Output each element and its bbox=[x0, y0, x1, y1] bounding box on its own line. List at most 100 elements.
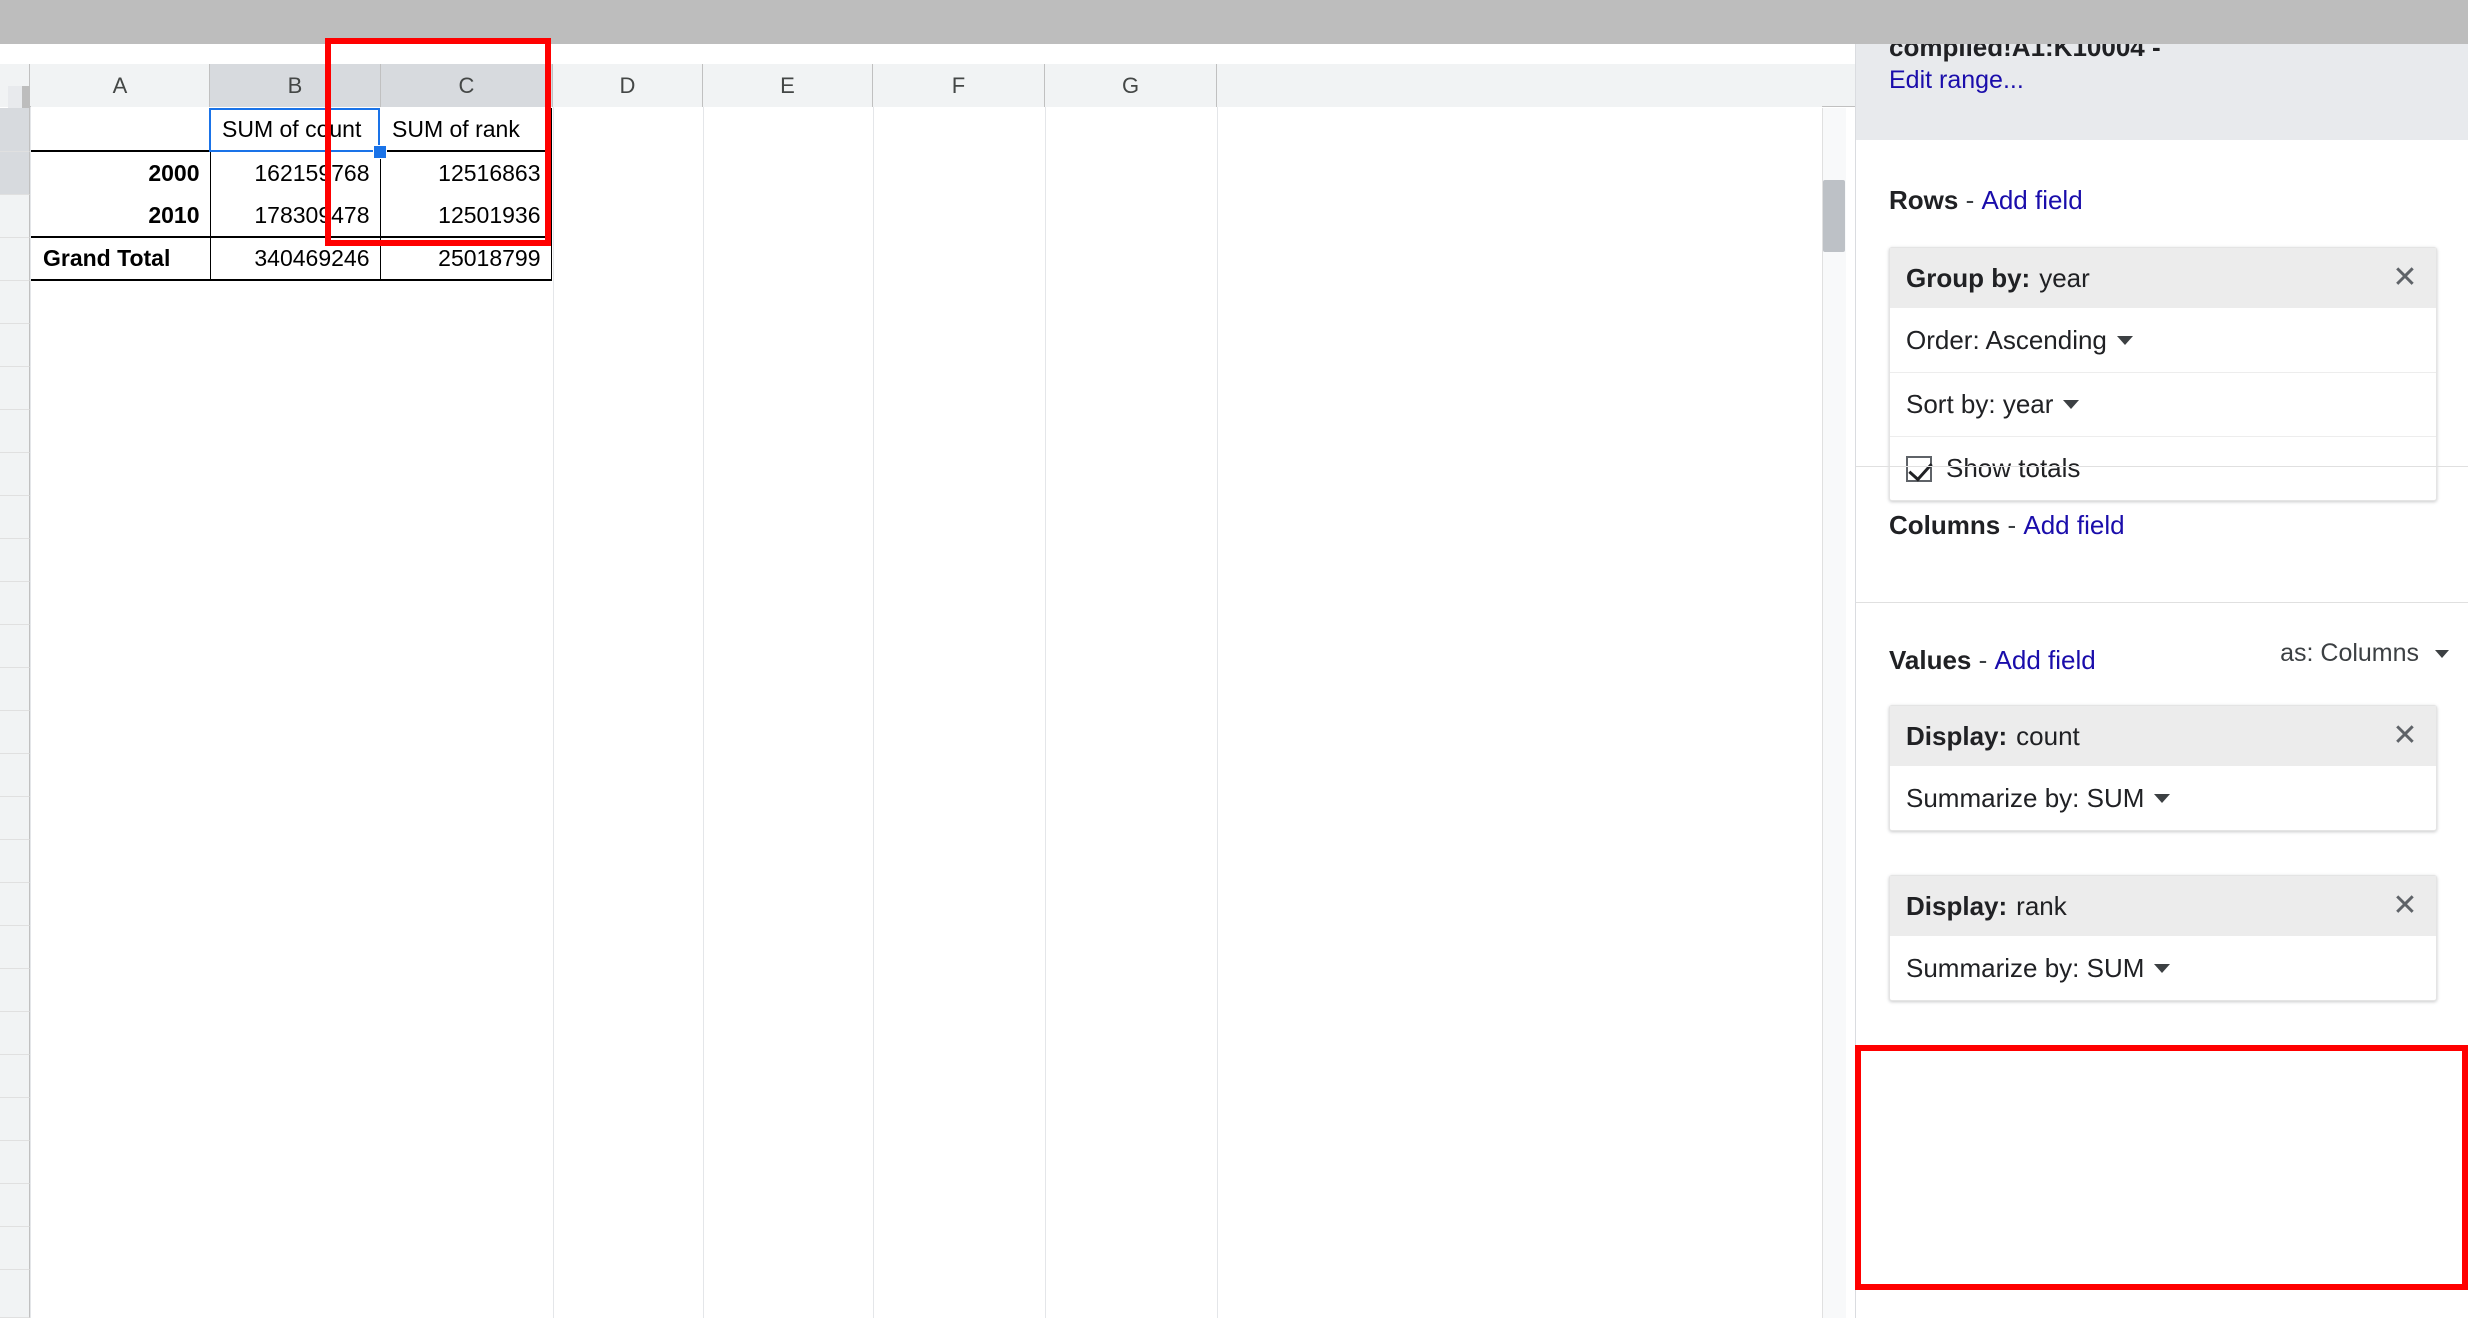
values-rank-header[interactable]: Display: rank ✕ bbox=[1890, 876, 2436, 936]
row-header-11[interactable] bbox=[0, 539, 30, 582]
columns-section: Columns - Add field bbox=[1856, 466, 2468, 602]
panel-header: compiled!A1:K10004 - Edit range... bbox=[1856, 44, 2468, 140]
pivot-table[interactable]: SUM of count SUM of rank 2000 162159768 … bbox=[31, 108, 552, 281]
row-header-4[interactable] bbox=[0, 238, 30, 281]
spreadsheet-grid[interactable]: A B C D E F G SUM of count SUM of rank 2… bbox=[0, 44, 1860, 1318]
pivot-cell-b3[interactable]: 178309478 bbox=[210, 194, 381, 237]
row-header-7[interactable] bbox=[0, 367, 30, 410]
row-header-20[interactable] bbox=[0, 926, 30, 969]
rows-dash: - bbox=[1965, 185, 1975, 215]
source-range-title: compiled!A1:K10004 - bbox=[1889, 44, 2161, 62]
column-header-d[interactable]: D bbox=[553, 64, 703, 107]
chevron-down-icon bbox=[2063, 400, 2080, 409]
row-header-10[interactable] bbox=[0, 496, 30, 539]
columns-label: Columns bbox=[1889, 510, 2001, 540]
pivot-cell-b1[interactable]: SUM of count bbox=[210, 108, 380, 151]
close-icon[interactable]: ✕ bbox=[2390, 721, 2420, 751]
row-header-27[interactable] bbox=[0, 1227, 30, 1270]
column-header-f[interactable]: F bbox=[873, 64, 1045, 107]
rows-group-by-card[interactable]: Group by: year ✕ Order: Ascending Sort b… bbox=[1889, 247, 2437, 501]
columns-add-field-link[interactable]: Add field bbox=[2023, 510, 2124, 540]
pivot-cell-c1[interactable]: SUM of rank bbox=[380, 108, 552, 151]
row-header-18[interactable] bbox=[0, 840, 30, 883]
row-header-25[interactable] bbox=[0, 1141, 30, 1184]
columns-section-title: Columns - Add field bbox=[1889, 510, 2125, 541]
column-header-a[interactable]: A bbox=[31, 64, 210, 107]
pivot-cell-c2[interactable]: 12516863 bbox=[380, 150, 552, 194]
pivot-cell-b2[interactable]: 162159768 bbox=[210, 150, 381, 194]
table-row-grand-total[interactable]: Grand Total 340469246 25018799 bbox=[31, 236, 552, 281]
values-count-header[interactable]: Display: count ✕ bbox=[1890, 706, 2436, 766]
row-header-23[interactable] bbox=[0, 1055, 30, 1098]
column-header-e[interactable]: E bbox=[703, 64, 873, 107]
pivot-cell-c4[interactable]: 25018799 bbox=[380, 236, 552, 281]
sort-by-dropdown[interactable]: Sort by: year bbox=[1890, 372, 2436, 436]
pivot-cell-a3[interactable]: 2010 bbox=[31, 194, 211, 237]
group-by-value: year bbox=[2039, 262, 2090, 293]
summarize-by-dropdown[interactable]: Summarize by: SUM bbox=[1890, 936, 2436, 1000]
row-header-22[interactable] bbox=[0, 1012, 30, 1055]
row-header-3[interactable] bbox=[0, 195, 30, 238]
row-header-6[interactable] bbox=[0, 324, 30, 367]
row-header-26[interactable] bbox=[0, 1184, 30, 1227]
rows-section: Rows - Add field Group by: year ✕ Order:… bbox=[1856, 140, 2468, 501]
values-card-count[interactable]: Display: count ✕ Summarize by: SUM bbox=[1889, 705, 2437, 831]
order-dropdown[interactable]: Order: Ascending bbox=[1890, 308, 2436, 372]
rows-section-title: Rows - Add field bbox=[1889, 185, 2083, 216]
close-icon[interactable]: ✕ bbox=[2390, 263, 2420, 293]
order-label: Order: Ascending bbox=[1906, 324, 2107, 355]
values-add-field-link[interactable]: Add field bbox=[1995, 645, 2096, 675]
row-header-5[interactable] bbox=[0, 281, 30, 324]
display-label: Display: bbox=[1906, 890, 2008, 921]
column-header-g[interactable]: G bbox=[1045, 64, 1217, 107]
values-as-label: as: Columns bbox=[2280, 639, 2420, 667]
table-row[interactable]: 2010 178309478 12501936 bbox=[31, 194, 552, 237]
column-header-overflow bbox=[1217, 64, 1822, 107]
row-header-8[interactable] bbox=[0, 410, 30, 453]
values-label: Values bbox=[1889, 645, 1972, 675]
summarize-by-dropdown[interactable]: Summarize by: SUM bbox=[1890, 766, 2436, 830]
row-header-28[interactable] bbox=[0, 1270, 30, 1318]
edit-range-link[interactable]: Edit range... bbox=[1889, 66, 2024, 95]
rows-add-field-link[interactable]: Add field bbox=[1981, 185, 2082, 215]
pivot-header-row: SUM of count SUM of rank bbox=[31, 108, 552, 151]
window-chrome-strip bbox=[0, 0, 2468, 44]
grid-line-d-right bbox=[703, 107, 704, 1318]
vertical-scrollbar-track[interactable] bbox=[1822, 108, 1846, 1318]
summarize-by-label: Summarize by: SUM bbox=[1906, 952, 2145, 983]
pivot-cell-c3[interactable]: 12501936 bbox=[380, 194, 552, 237]
row-header-15[interactable] bbox=[0, 711, 30, 754]
pivot-cell-a1[interactable] bbox=[31, 108, 210, 151]
row-header-12[interactable] bbox=[0, 582, 30, 625]
column-header-b[interactable]: B bbox=[210, 64, 381, 107]
row-header-13[interactable] bbox=[0, 625, 30, 668]
select-all-corner[interactable] bbox=[0, 64, 30, 122]
vertical-scrollbar-thumb[interactable] bbox=[1823, 180, 1845, 252]
row-header-9[interactable] bbox=[0, 453, 30, 496]
column-header-c[interactable]: C bbox=[381, 64, 553, 107]
chevron-down-icon bbox=[2116, 335, 2133, 345]
app-root: A B C D E F G SUM of count SUM of rank 2… bbox=[0, 0, 2468, 1318]
row-header-17[interactable] bbox=[0, 797, 30, 840]
row-header-16[interactable] bbox=[0, 754, 30, 797]
fill-handle[interactable] bbox=[373, 145, 387, 159]
values-card-rank[interactable]: Display: rank ✕ Summarize by: SUM bbox=[1889, 875, 2437, 1001]
values-as-dropdown[interactable]: as: Columns bbox=[2280, 639, 2449, 668]
pivot-cell-a2[interactable]: 2000 bbox=[31, 150, 211, 194]
display-value: rank bbox=[2016, 890, 2067, 921]
rows-card-header[interactable]: Group by: year ✕ bbox=[1890, 248, 2436, 308]
pivot-cell-a4[interactable]: Grand Total bbox=[31, 236, 211, 281]
pivot-cell-b4[interactable]: 340469246 bbox=[210, 236, 381, 281]
row-header-21[interactable] bbox=[0, 969, 30, 1012]
close-icon[interactable]: ✕ bbox=[2390, 891, 2420, 921]
row-header-19[interactable] bbox=[0, 883, 30, 926]
display-value: count bbox=[2016, 720, 2080, 751]
row-header-24[interactable] bbox=[0, 1098, 30, 1141]
row-header-1[interactable] bbox=[0, 108, 30, 152]
table-row[interactable]: 2000 162159768 12516863 bbox=[31, 150, 552, 194]
row-header-14[interactable] bbox=[0, 668, 30, 711]
grid-line-f-right bbox=[1045, 107, 1046, 1318]
columns-dash: - bbox=[2007, 510, 2017, 540]
group-by-label: Group by: bbox=[1906, 262, 2031, 293]
row-header-2[interactable] bbox=[0, 152, 30, 195]
